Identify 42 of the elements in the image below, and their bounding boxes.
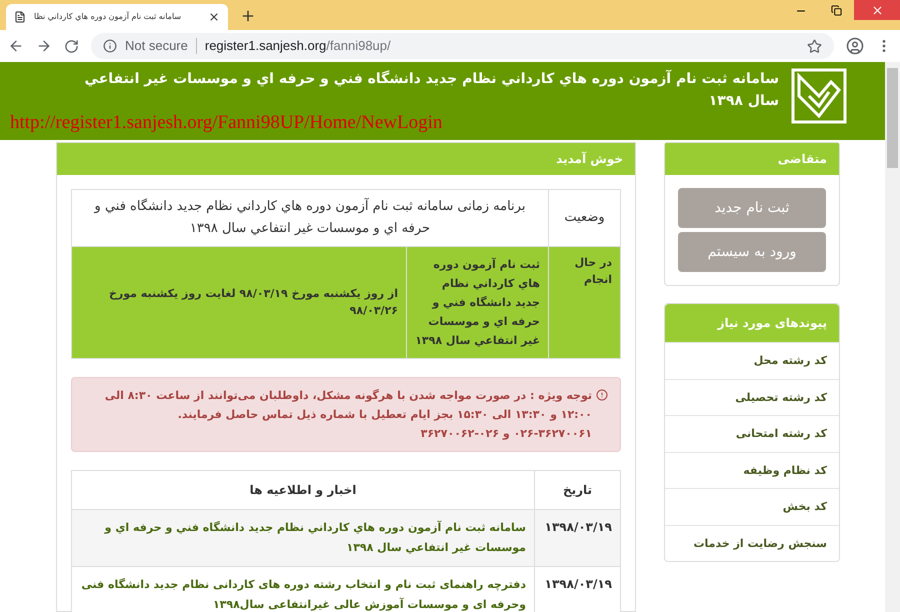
column-header: تاریخ [534,470,620,510]
phone-numbers: ۰۲۶-۳۶۲۷۰۰۶۱ و ۰۲۶-۳۶۲۷۰۰۶۲ [420,426,592,442]
site-title: سامانه ثبت نام آزمون دوره هاي كارداني نظام جديد دانشگاه فني و حرفه اي و موسسات غير انتفاعي سال ۱۳۹۸ [84,68,779,111]
close-icon [870,4,884,16]
browser-tab[interactable]: سامانه ثبت نام آزمون دوره هاي كارداني نظا [6,4,228,30]
url-text: register1.sanjesh.org/fanni98up/ [204,37,391,56]
panel-title: خوش آمدید [57,143,635,175]
scrollbar[interactable] [885,62,900,612]
reload-icon[interactable] [64,38,79,54]
profile-icon[interactable] [846,37,864,55]
column-header: اخبار و اطلاعیه ها [72,470,534,510]
table-cell: از روز یکشنبه مورخ ۹۸/۰۳/۱۹ لغایت روز یکشنبه مورخ ۹۸/۰۳/۲۶ [72,246,406,358]
tab-title: سامانه ثبت نام آزمون دوره هاي كارداني نظا [34,11,182,23]
link-item[interactable]: کد رشته محل [665,342,839,378]
page-icon [14,11,26,23]
link-item[interactable]: کد نظام وظیفه [665,452,839,488]
table-cell: در حال انجام [548,246,620,358]
table-cell: ثبت نام آزمون دوره هاي كارداني نظام جديد دانشگاه فني و حرفه اي و موسسات غير انتفاعي سال ۱۳۹۸ [406,246,548,358]
back-icon[interactable] [8,38,24,54]
alert-icon [596,389,608,401]
link-item[interactable]: سنجش رضایت از خدمات [665,524,839,561]
forward-icon[interactable] [36,38,52,54]
overlay-url: http://register1.sanjesh.org/Fanni98UP/Home/NewLogin [10,112,442,134]
scrollbar-thumb[interactable] [887,68,898,168]
column-header: وضعیت [548,190,620,246]
logo-icon [791,68,847,124]
close-tab-icon[interactable] [208,11,220,23]
panel-title: متقاضی [665,143,839,175]
address-bar[interactable]: Not secure register1.sanjesh.org/fanni98up/ [91,33,834,59]
close-window-button[interactable] [854,0,900,20]
security-label: Not secure [125,37,188,56]
link-item[interactable]: کد بخش [665,488,839,524]
date-cell: ۱۳۹۸/۰۳/۱۹ [534,566,620,612]
link-item[interactable]: کد رشته امتحانی [665,415,839,452]
link-item[interactable]: کد رشته تحصیلی [665,378,839,415]
info-icon [103,39,117,53]
bookmark-star-icon[interactable] [807,38,822,54]
column-header: برنامه زمانی سامانه ثبت نام آزمون دوره هاي كارداني نظام جديد دانشگاه فني و حرفه اي و موسسات غير انتفاعي سال ۱۳۹۸ [72,190,548,246]
panel-title: پیوندهای مورد نیاز [665,304,839,342]
new-tab-icon[interactable] [240,8,256,24]
notice-text: توجه ویژه : در صورت مواجه شدن با هرگونه مشکل، داوطلبان می‌توانند از ساعت ۸:۳۰ الی ۱۲:۰۰ و ۱۳:۳۰ الی ۱۵:۳۰ بجز ایام تعطیل با شماره ذیل تماس حاصل فرمایند. [104,388,592,423]
restore-icon[interactable] [831,5,842,16]
